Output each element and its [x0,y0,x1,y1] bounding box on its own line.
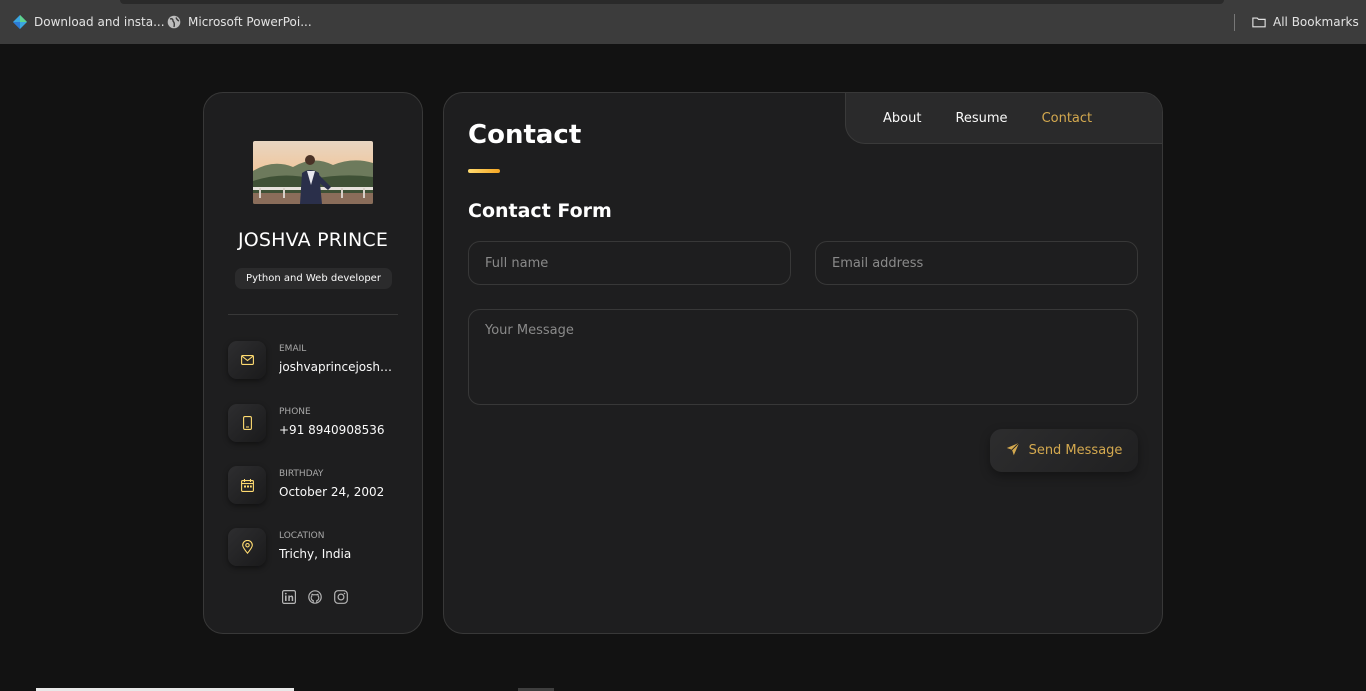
globe-icon [167,15,181,29]
location-pin-icon [228,528,266,566]
nav-contact[interactable]: Contact [1042,111,1093,126]
tab-strip-edge [120,0,1224,4]
contact-item-location: LOCATION Trichy, India [228,528,408,568]
phone-link[interactable]: +91 8940908536 [279,423,385,437]
contact-label: BIRTHDAY [279,469,324,479]
page-title: Contact [468,120,582,150]
fullname-input[interactable] [468,241,791,285]
bookmark-download[interactable]: Download and insta... [13,13,165,31]
social-links [282,590,348,604]
contact-label: LOCATION [279,531,325,541]
email-input[interactable] [815,241,1138,285]
main-panel: About Resume Contact Contact Contact For… [443,92,1163,634]
profile-title-badge: Python and Web developer [235,268,392,289]
message-textarea[interactable] [468,309,1138,405]
title-underline [468,169,500,173]
folder-icon [1252,15,1266,29]
email-link[interactable]: joshvaprincejoshva... [279,360,397,374]
all-bookmarks-label: All Bookmarks [1273,15,1359,29]
paper-plane-icon [1006,441,1020,460]
contact-label: PHONE [279,407,311,417]
nav-resume[interactable]: Resume [955,111,1007,126]
form-title: Contact Form [468,200,612,222]
avatar [253,141,373,204]
contact-item-email: EMAIL joshvaprincejoshva... [228,341,408,381]
bookmarks-bar: Download and insta... Microsoft PowerPoi… [0,0,1366,44]
navbar: About Resume Contact [845,93,1162,144]
all-bookmarks-button[interactable]: All Bookmarks [1252,13,1359,31]
birthday-value: October 24, 2002 [279,485,385,499]
bookmark-label: Microsoft PowerPoi... [188,15,312,29]
github-icon[interactable] [308,590,322,604]
calendar-icon [228,466,266,504]
sidebar-divider [228,314,398,315]
mail-icon [228,341,266,379]
send-message-label: Send Message [1028,443,1123,458]
phone-icon [228,404,266,442]
send-message-button[interactable]: Send Message [990,429,1138,472]
sparkle-icon [13,15,27,29]
contact-item-birthday: BIRTHDAY October 24, 2002 [228,466,408,506]
linkedin-icon[interactable] [282,590,296,604]
bookmarks-separator [1234,14,1235,31]
location-value: Trichy, India [279,547,352,561]
profile-name: JOSHVA PRINCE [237,229,389,251]
contact-item-phone: PHONE +91 8940908536 [228,404,408,444]
instagram-icon[interactable] [334,590,348,604]
contact-label: EMAIL [279,344,307,354]
bookmark-label: Download and insta... [34,15,165,29]
nav-about[interactable]: About [883,111,921,126]
profile-sidebar: JOSHVA PRINCE Python and Web developer E… [203,92,423,634]
bookmark-powerpoint[interactable]: Microsoft PowerPoi... [167,13,312,31]
